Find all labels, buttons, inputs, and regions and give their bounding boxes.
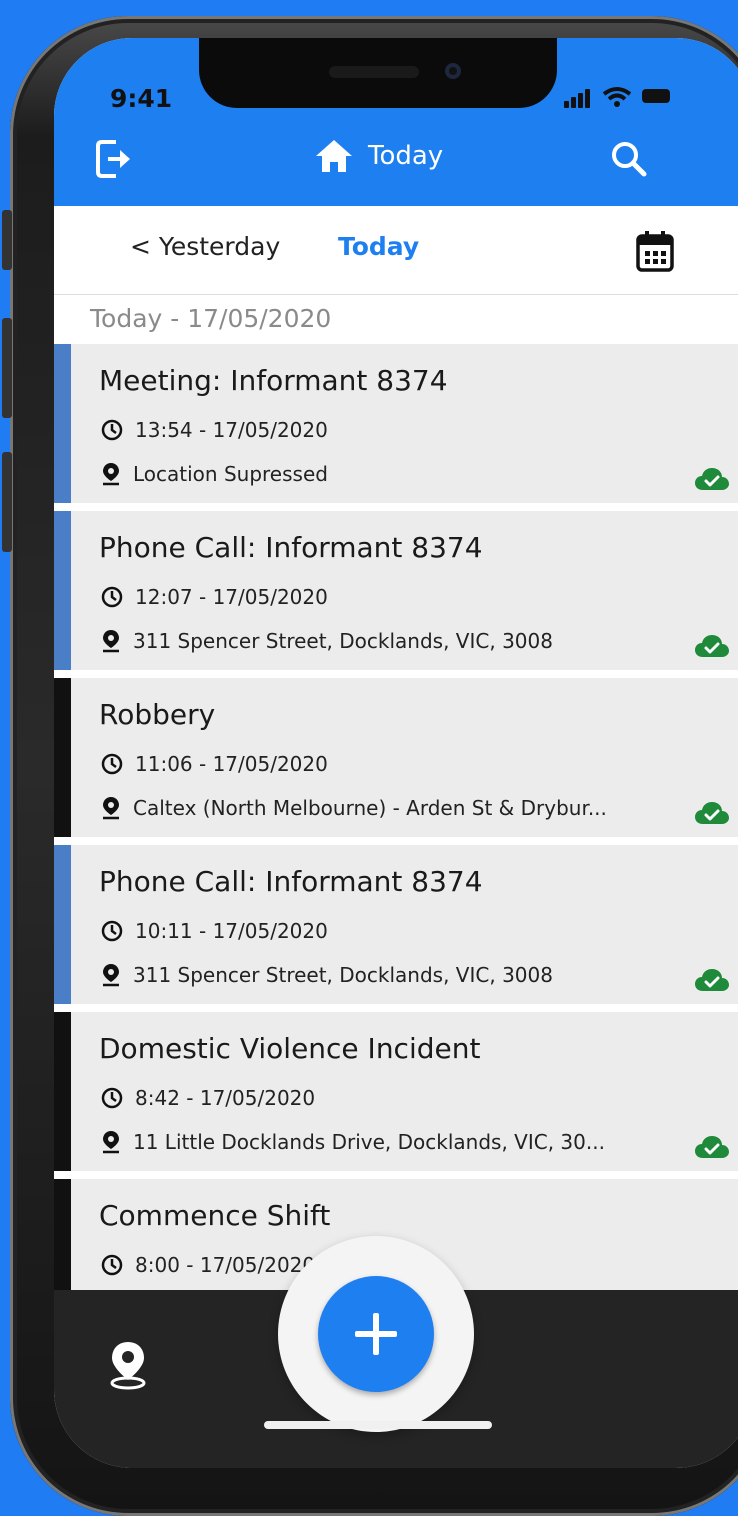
entry-time-row: 8:42 - 17/05/2020 <box>101 1086 315 1110</box>
timeline-entry[interactable]: Meeting: Informant 8374 13:54 - 17/05/202… <box>54 344 738 503</box>
timeline-entry[interactable]: Phone Call: Informant 8374 12:07 - 17/05/… <box>54 511 738 670</box>
entry-title: Meeting: Informant 8374 <box>99 364 448 397</box>
entry-location: Caltex (North Melbourne) - Arden St & Dr… <box>133 796 607 820</box>
app-screen: 9:41 Today < Yesterday Today Today - 17/… <box>54 38 738 1468</box>
cloud-check-icon <box>695 1136 729 1158</box>
list-date-heading: Today - 17/05/2020 <box>90 304 332 333</box>
today-button[interactable]: Today <box>338 232 419 261</box>
entry-location: 311 Spencer Street, Docklands, VIC, 3008 <box>133 963 553 987</box>
entry-location: Location Supressed <box>133 462 328 486</box>
entry-time-row: 8:00 - 17/05/2020 <box>101 1253 315 1277</box>
entry-time: 13:54 - 17/05/2020 <box>135 418 328 442</box>
map-pin-icon[interactable] <box>108 1340 148 1390</box>
mute-switch <box>2 210 12 270</box>
add-entry-button[interactable] <box>318 1276 434 1392</box>
wifi-icon <box>602 87 632 107</box>
day-navigation: < Yesterday Today <box>54 206 738 295</box>
clock-icon <box>101 1087 123 1109</box>
entry-title: Domestic Violence Incident <box>99 1032 481 1065</box>
entry-location-row: 11 Little Docklands Drive, Docklands, VI… <box>101 1130 605 1154</box>
home-icon <box>316 140 352 172</box>
entry-title: Robbery <box>99 698 216 731</box>
map-pin-icon <box>103 630 119 653</box>
entry-location-row: Caltex (North Melbourne) - Arden St & Dr… <box>101 796 607 820</box>
yesterday-button[interactable]: < Yesterday <box>130 232 280 261</box>
volume-up-button <box>2 318 12 418</box>
entry-time-row: 12:07 - 17/05/2020 <box>101 585 328 609</box>
clock-icon <box>101 586 123 608</box>
signal-icon <box>564 86 594 108</box>
add-entry-button-ring <box>278 1236 474 1432</box>
status-time: 9:41 <box>110 84 173 113</box>
clock-icon <box>101 920 123 942</box>
home-indicator <box>264 1421 492 1429</box>
cloud-check-icon <box>695 802 729 824</box>
device-notch <box>199 38 557 108</box>
cloud-check-icon <box>695 468 729 490</box>
entry-title: Commence Shift <box>99 1199 331 1232</box>
page-title: Today <box>368 141 444 171</box>
cloud-check-icon <box>695 635 729 657</box>
clock-icon <box>101 419 123 441</box>
timeline-entry[interactable]: Phone Call: Informant 8374 10:11 - 17/05/… <box>54 845 738 1004</box>
volume-down-button <box>2 452 12 552</box>
map-pin-icon <box>103 964 119 987</box>
calendar-icon[interactable] <box>636 230 674 272</box>
cloud-check-icon <box>695 969 729 991</box>
entry-title: Phone Call: Informant 8374 <box>99 865 483 898</box>
map-pin-icon <box>103 797 119 820</box>
entry-location-row: 311 Spencer Street, Docklands, VIC, 3008 <box>101 629 553 653</box>
timeline-entry[interactable]: Robbery 11:06 - 17/05/2020 Caltex (North M… <box>54 678 738 837</box>
entry-time-row: 13:54 - 17/05/2020 <box>101 418 328 442</box>
entry-time: 8:42 - 17/05/2020 <box>135 1086 316 1110</box>
entry-time-row: 10:11 - 17/05/2020 <box>101 919 328 943</box>
logout-icon[interactable] <box>94 138 136 180</box>
entry-location: 11 Little Docklands Drive, Docklands, VI… <box>133 1130 605 1154</box>
entry-time: 12:07 - 17/05/2020 <box>135 585 328 609</box>
map-pin-icon <box>103 463 119 486</box>
entry-time: 11:06 - 17/05/2020 <box>135 752 328 776</box>
search-icon[interactable] <box>610 140 648 178</box>
status-icons <box>564 86 670 110</box>
header-title: Today <box>314 138 443 174</box>
entry-location-row: 311 Spencer Street, Docklands, VIC, 3008 <box>101 963 553 987</box>
clock-icon <box>101 753 123 775</box>
entry-title: Phone Call: Informant 8374 <box>99 531 483 564</box>
entry-time-row: 11:06 - 17/05/2020 <box>101 752 328 776</box>
entry-location: 311 Spencer Street, Docklands, VIC, 3008 <box>133 629 553 653</box>
timeline-entry[interactable]: Domestic Violence Incident 8:42 - 17/05/2… <box>54 1012 738 1171</box>
entry-time: 8:00 - 17/05/2020 <box>135 1253 316 1277</box>
timeline-list: Meeting: Informant 8374 13:54 - 17/05/202… <box>54 344 738 1346</box>
bottom-tab-bar <box>54 1236 738 1468</box>
battery-icon <box>642 89 670 103</box>
clock-icon <box>101 1254 123 1276</box>
entry-location-row: Location Supressed <box>101 462 328 486</box>
map-pin-icon <box>103 1131 119 1154</box>
entry-time: 10:11 - 17/05/2020 <box>135 919 328 943</box>
